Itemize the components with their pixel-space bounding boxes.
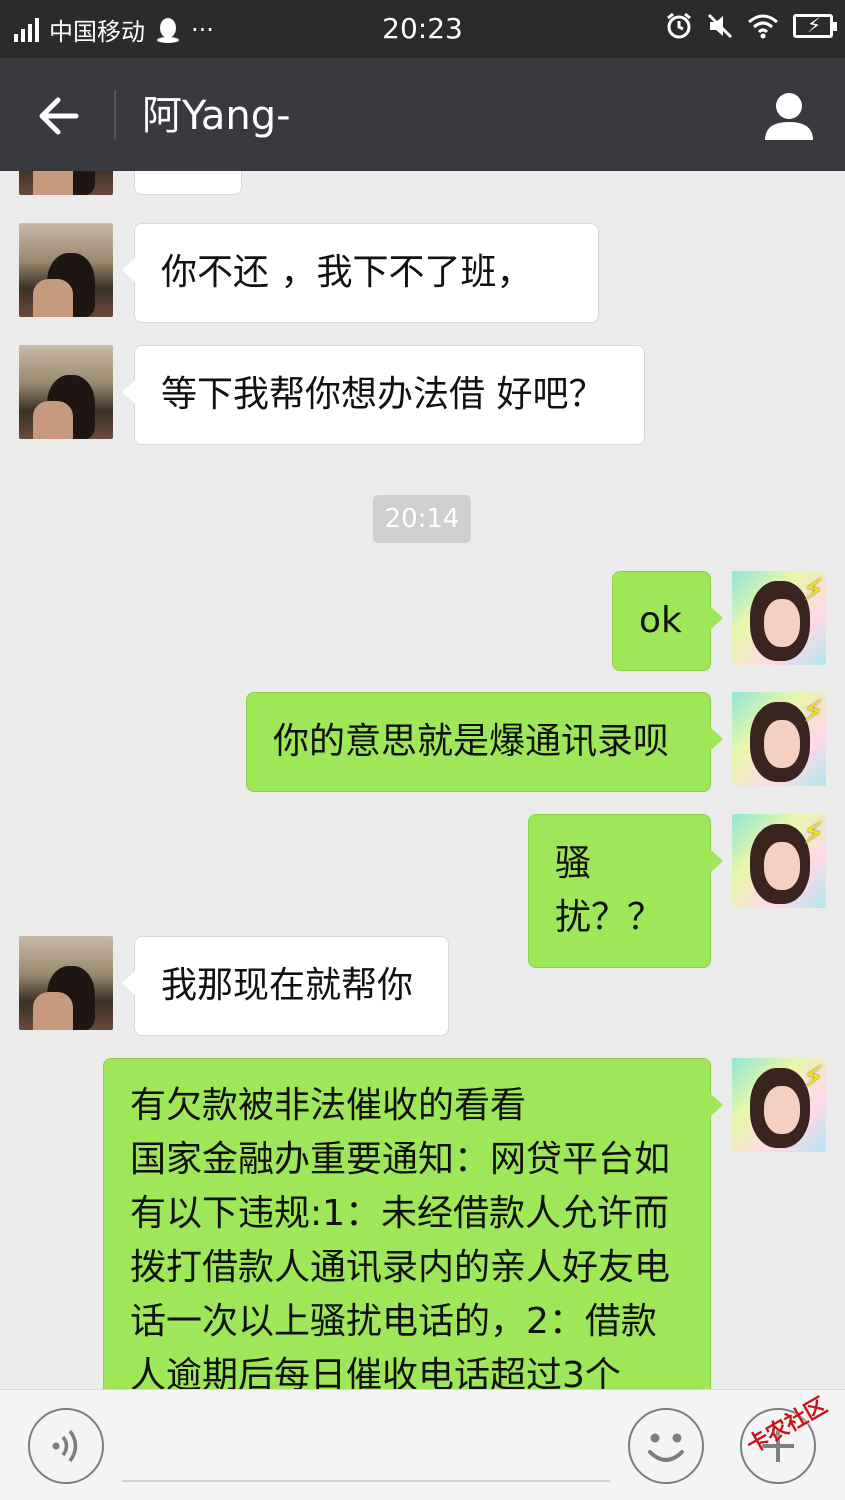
chat-area[interactable]: 你不还 ，我下不了班， 等下我帮你想办法借 好吧？ 20:14 ⚡ ok ⚡ 你… bbox=[0, 171, 845, 1389]
wifi-icon bbox=[748, 14, 778, 39]
input-bar bbox=[0, 1389, 845, 1500]
message-bubble-incoming[interactable]: 我那现在就帮你 bbox=[122, 936, 449, 1036]
emoji-button[interactable] bbox=[628, 1408, 704, 1484]
smiley-icon bbox=[648, 1433, 684, 1462]
back-button[interactable] bbox=[30, 88, 86, 144]
message-line: 拨打借款人通讯录内的亲人好友电 bbox=[130, 1247, 671, 1288]
chat-header: 阿Yang- bbox=[0, 58, 845, 171]
message-line: 有欠款被非法催收的看看 bbox=[130, 1085, 527, 1126]
my-avatar[interactable]: ⚡ bbox=[732, 692, 826, 786]
contact-avatar[interactable] bbox=[19, 223, 113, 317]
profile-button[interactable] bbox=[761, 88, 817, 144]
contact-avatar[interactable] bbox=[19, 345, 113, 439]
message-bubble-incoming[interactable]: 等下我帮你想办法借 好吧？ bbox=[122, 345, 645, 445]
message-line: 有以下违规:1：未经借款人允许而 bbox=[130, 1193, 670, 1234]
time-stamp: 20:14 bbox=[373, 495, 471, 543]
battery-icon: ⚡ bbox=[793, 13, 837, 38]
message-bubble-outgoing[interactable]: ok bbox=[612, 571, 723, 671]
status-bar: 中国移动 ··· 20:23 ⚡ bbox=[0, 0, 845, 58]
arrow-left-icon bbox=[39, 97, 79, 135]
chat-title: 阿Yang- bbox=[142, 93, 291, 139]
person-icon bbox=[765, 93, 813, 140]
message-line: 人逾期后每日催收电话超过3个的， bbox=[130, 1355, 621, 1389]
message-bubble-incoming[interactable]: 你不还 ，我下不了班， bbox=[122, 223, 599, 323]
status-right: ⚡ bbox=[665, 12, 837, 40]
my-avatar[interactable]: ⚡ bbox=[732, 571, 826, 665]
message-bubble-cutoff bbox=[134, 171, 242, 195]
contact-avatar[interactable] bbox=[19, 936, 113, 1030]
contact-avatar[interactable] bbox=[19, 171, 113, 195]
message-bubble-outgoing[interactable]: 骚扰？？ bbox=[528, 814, 723, 968]
alarm-icon bbox=[667, 12, 691, 39]
voice-button[interactable] bbox=[28, 1408, 104, 1484]
message-bubble-outgoing[interactable]: 你的意思就是爆通讯录呗 bbox=[246, 692, 723, 792]
message-input[interactable] bbox=[122, 1480, 610, 1482]
message-line: 话一次以上骚扰电话的，2：借款 bbox=[130, 1301, 657, 1342]
voice-icon bbox=[52, 1429, 78, 1463]
my-avatar[interactable]: ⚡ bbox=[732, 814, 826, 908]
message-bubble-outgoing-long[interactable]: 有欠款被非法催收的看看 国家金融办重要通知：网贷平台如 有以下违规:1：未经借款… bbox=[103, 1058, 723, 1389]
message-line: 国家金融办重要通知：网贷平台如 bbox=[130, 1139, 671, 1180]
header-divider bbox=[114, 90, 116, 140]
mute-icon bbox=[707, 13, 733, 39]
my-avatar[interactable]: ⚡ bbox=[732, 1058, 826, 1152]
